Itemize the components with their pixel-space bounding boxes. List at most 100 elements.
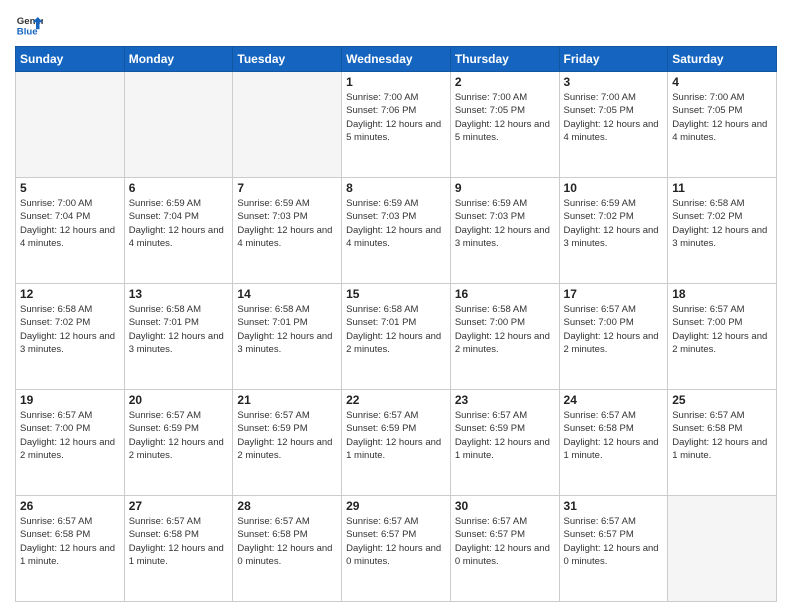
day-cell: 17Sunrise: 6:57 AMSunset: 7:00 PMDayligh… <box>559 284 668 390</box>
day-cell: 4 Sunrise: 7:00 AMSunset: 7:05 PMDaylight… <box>668 72 777 178</box>
day-number: 9 <box>455 181 555 195</box>
day-cell <box>233 72 342 178</box>
day-info: Sunrise: 6:58 AMSunset: 7:01 PMDaylight:… <box>237 303 337 356</box>
day-cell: 25 Sunrise: 6:57 AMSunset: 6:58 PMDayligh… <box>668 390 777 496</box>
day-number: 21 <box>237 393 337 407</box>
day-number: 29 <box>346 499 446 513</box>
day-cell: 28 Sunrise: 6:57 AMSunset: 6:58 PMDayligh… <box>233 496 342 602</box>
day-cell: 14 Sunrise: 6:58 AMSunset: 7:01 PMDayligh… <box>233 284 342 390</box>
day-cell: 6 Sunrise: 6:59 AMSunset: 7:04 PMDaylight… <box>124 178 233 284</box>
day-cell: 16 Sunrise: 6:58 AMSunset: 7:00 PMDayligh… <box>450 284 559 390</box>
day-info: Sunrise: 6:57 AMSunset: 6:59 PMDaylight:… <box>455 409 555 462</box>
day-info: Sunrise: 6:59 AMSunset: 7:03 PMDaylight:… <box>237 197 337 250</box>
day-info: Sunrise: 6:57 AMSunset: 6:58 PMDaylight:… <box>129 515 229 568</box>
day-info: Sunrise: 6:57 AMSunset: 6:58 PMDaylight:… <box>564 409 664 462</box>
logo: General Blue <box>15 10 43 38</box>
day-info: Sunrise: 6:59 AMSunset: 7:02 PMDaylight:… <box>564 197 664 250</box>
day-number: 15 <box>346 287 446 301</box>
day-info: Sunrise: 7:00 AMSunset: 7:04 PMDaylight:… <box>20 197 120 250</box>
day-cell: 9 Sunrise: 6:59 AMSunset: 7:03 PMDaylight… <box>450 178 559 284</box>
day-info: Sunrise: 6:57 AMSunset: 7:00 PMDaylight:… <box>672 303 772 356</box>
day-cell: 11 Sunrise: 6:58 AMSunset: 7:02 PMDayligh… <box>668 178 777 284</box>
day-info: Sunrise: 6:57 AMSunset: 6:57 PMDaylight:… <box>455 515 555 568</box>
day-info: Sunrise: 6:59 AMSunset: 7:03 PMDaylight:… <box>346 197 446 250</box>
day-info: Sunrise: 7:00 AMSunset: 7:05 PMDaylight:… <box>564 91 664 144</box>
day-number: 19 <box>20 393 120 407</box>
day-number: 22 <box>346 393 446 407</box>
day-cell: 23 Sunrise: 6:57 AMSunset: 6:59 PMDayligh… <box>450 390 559 496</box>
page: General Blue SundayMondayTuesdayWednesda… <box>0 0 792 612</box>
col-header-thursday: Thursday <box>450 47 559 72</box>
day-info: Sunrise: 6:58 AMSunset: 7:01 PMDaylight:… <box>346 303 446 356</box>
day-info: Sunrise: 6:58 AMSunset: 7:02 PMDaylight:… <box>672 197 772 250</box>
day-info: Sunrise: 6:57 AMSunset: 6:58 PMDaylight:… <box>672 409 772 462</box>
day-cell: 1 Sunrise: 7:00 AMSunset: 7:06 PMDaylight… <box>342 72 451 178</box>
day-number: 26 <box>20 499 120 513</box>
col-header-friday: Friday <box>559 47 668 72</box>
col-header-saturday: Saturday <box>668 47 777 72</box>
day-cell <box>16 72 125 178</box>
week-row-5: 26 Sunrise: 6:57 AMSunset: 6:58 PMDayligh… <box>16 496 777 602</box>
day-cell: 5 Sunrise: 7:00 AMSunset: 7:04 PMDaylight… <box>16 178 125 284</box>
calendar-table: SundayMondayTuesdayWednesdayThursdayFrid… <box>15 46 777 602</box>
day-number: 6 <box>129 181 229 195</box>
day-cell: 26Sunrise: 6:57 AMSunset: 6:58 PMDayligh… <box>16 496 125 602</box>
day-cell: 8 Sunrise: 6:59 AMSunset: 7:03 PMDaylight… <box>342 178 451 284</box>
day-info: Sunrise: 6:58 AMSunset: 7:00 PMDaylight:… <box>455 303 555 356</box>
day-cell: 19Sunrise: 6:57 AMSunset: 7:00 PMDayligh… <box>16 390 125 496</box>
day-number: 3 <box>564 75 664 89</box>
day-number: 7 <box>237 181 337 195</box>
day-info: Sunrise: 6:57 AMSunset: 6:57 PMDaylight:… <box>564 515 664 568</box>
day-number: 16 <box>455 287 555 301</box>
week-row-4: 19Sunrise: 6:57 AMSunset: 7:00 PMDayligh… <box>16 390 777 496</box>
day-cell: 3 Sunrise: 7:00 AMSunset: 7:05 PMDaylight… <box>559 72 668 178</box>
day-number: 27 <box>129 499 229 513</box>
day-number: 28 <box>237 499 337 513</box>
day-info: Sunrise: 6:59 AMSunset: 7:04 PMDaylight:… <box>129 197 229 250</box>
day-info: Sunrise: 6:57 AMSunset: 6:59 PMDaylight:… <box>237 409 337 462</box>
day-cell: 13Sunrise: 6:58 AMSunset: 7:01 PMDayligh… <box>124 284 233 390</box>
day-cell: 21 Sunrise: 6:57 AMSunset: 6:59 PMDayligh… <box>233 390 342 496</box>
day-number: 20 <box>129 393 229 407</box>
day-number: 17 <box>564 287 664 301</box>
svg-text:Blue: Blue <box>17 27 38 38</box>
day-info: Sunrise: 7:00 AMSunset: 7:05 PMDaylight:… <box>672 91 772 144</box>
day-info: Sunrise: 6:57 AMSunset: 6:57 PMDaylight:… <box>346 515 446 568</box>
day-number: 1 <box>346 75 446 89</box>
day-info: Sunrise: 7:00 AMSunset: 7:05 PMDaylight:… <box>455 91 555 144</box>
day-number: 2 <box>455 75 555 89</box>
day-number: 5 <box>20 181 120 195</box>
col-header-tuesday: Tuesday <box>233 47 342 72</box>
day-info: Sunrise: 6:57 AMSunset: 6:59 PMDaylight:… <box>346 409 446 462</box>
day-number: 30 <box>455 499 555 513</box>
day-number: 10 <box>564 181 664 195</box>
day-info: Sunrise: 6:58 AMSunset: 7:02 PMDaylight:… <box>20 303 120 356</box>
day-info: Sunrise: 6:59 AMSunset: 7:03 PMDaylight:… <box>455 197 555 250</box>
day-cell: 10 Sunrise: 6:59 AMSunset: 7:02 PMDayligh… <box>559 178 668 284</box>
day-number: 4 <box>672 75 772 89</box>
day-cell: 27 Sunrise: 6:57 AMSunset: 6:58 PMDayligh… <box>124 496 233 602</box>
week-row-3: 12 Sunrise: 6:58 AMSunset: 7:02 PMDayligh… <box>16 284 777 390</box>
week-row-1: 1 Sunrise: 7:00 AMSunset: 7:06 PMDaylight… <box>16 72 777 178</box>
day-cell: 24 Sunrise: 6:57 AMSunset: 6:58 PMDayligh… <box>559 390 668 496</box>
day-number: 12 <box>20 287 120 301</box>
day-number: 11 <box>672 181 772 195</box>
header-row: SundayMondayTuesdayWednesdayThursdayFrid… <box>16 47 777 72</box>
col-header-monday: Monday <box>124 47 233 72</box>
day-info: Sunrise: 7:00 AMSunset: 7:06 PMDaylight:… <box>346 91 446 144</box>
day-number: 8 <box>346 181 446 195</box>
col-header-wednesday: Wednesday <box>342 47 451 72</box>
day-number: 18 <box>672 287 772 301</box>
day-info: Sunrise: 6:57 AMSunset: 6:58 PMDaylight:… <box>237 515 337 568</box>
day-cell: 20Sunrise: 6:57 AMSunset: 6:59 PMDayligh… <box>124 390 233 496</box>
day-number: 25 <box>672 393 772 407</box>
day-number: 23 <box>455 393 555 407</box>
day-cell: 18 Sunrise: 6:57 AMSunset: 7:00 PMDayligh… <box>668 284 777 390</box>
day-cell: 12 Sunrise: 6:58 AMSunset: 7:02 PMDayligh… <box>16 284 125 390</box>
day-cell: 7 Sunrise: 6:59 AMSunset: 7:03 PMDaylight… <box>233 178 342 284</box>
logo-icon: General Blue <box>15 10 43 38</box>
day-number: 14 <box>237 287 337 301</box>
header: General Blue <box>15 10 777 38</box>
day-number: 24 <box>564 393 664 407</box>
day-info: Sunrise: 6:58 AMSunset: 7:01 PMDaylight:… <box>129 303 229 356</box>
